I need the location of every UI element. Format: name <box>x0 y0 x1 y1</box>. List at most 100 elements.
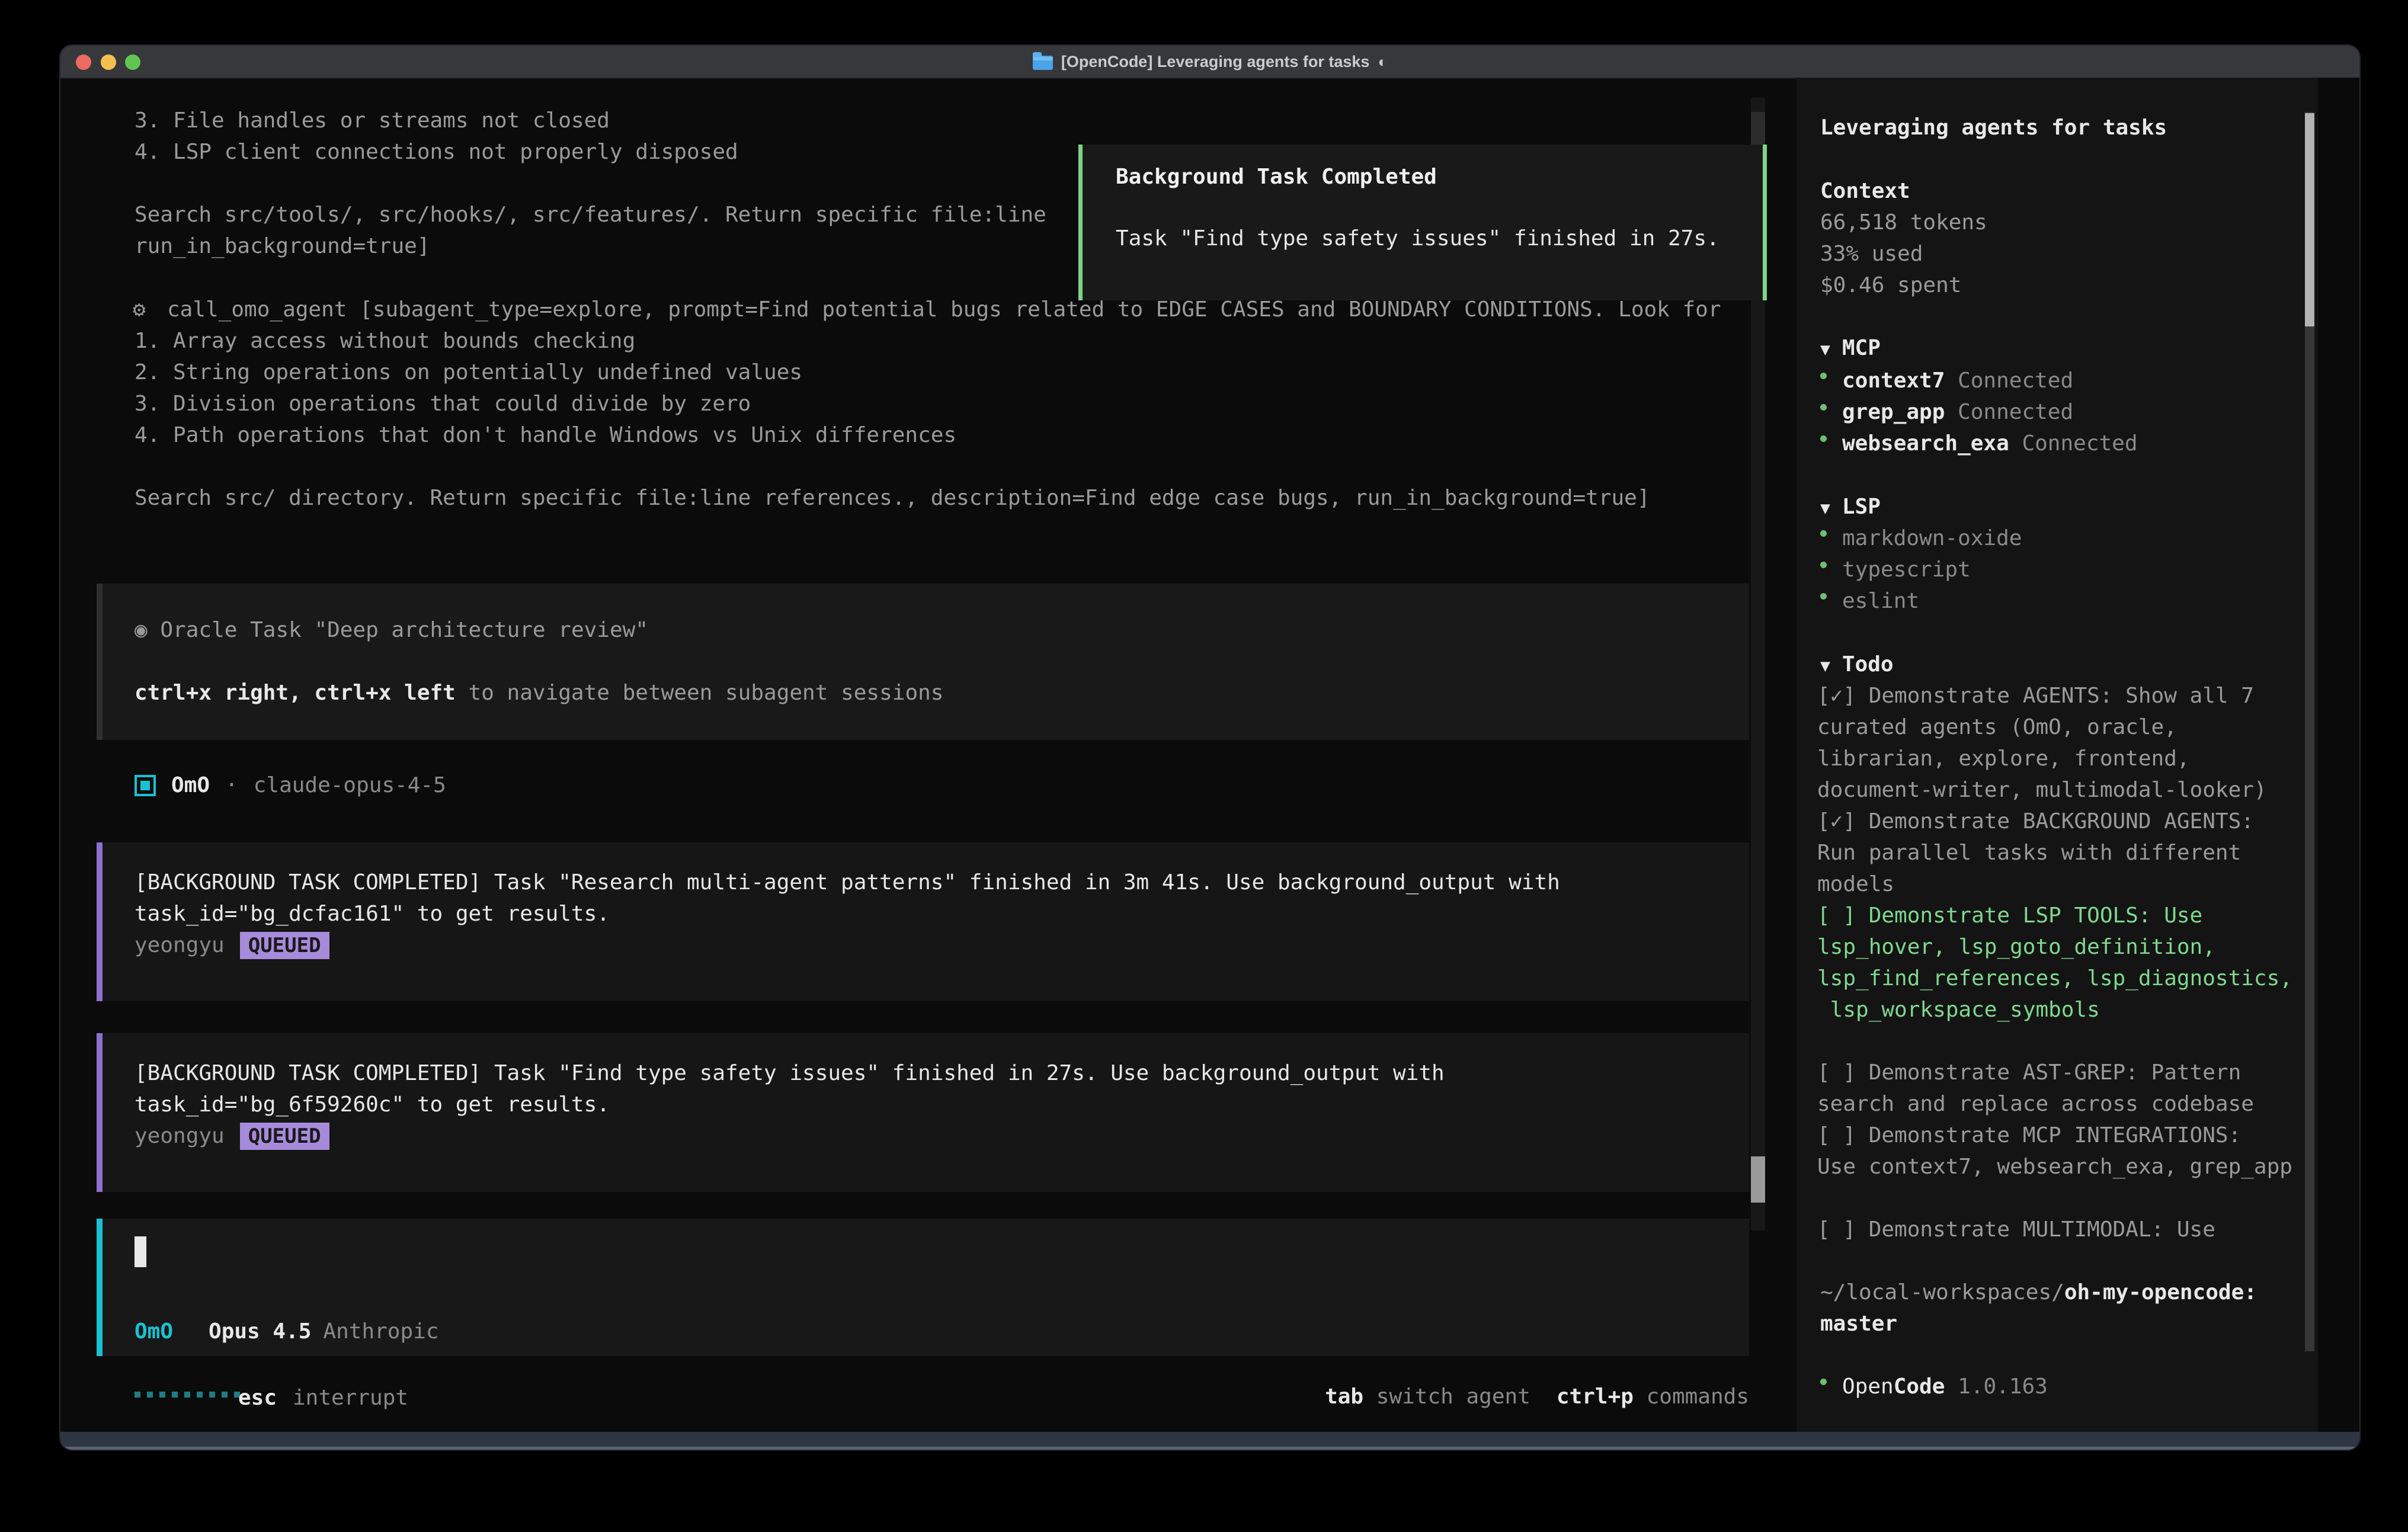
task-message-line: [BACKGROUND TASK COMPLETED] Task "Find t… <box>135 1060 1445 1087</box>
collapse-triangle-icon[interactable]: ▼ <box>1820 656 1830 675</box>
sidebar-right-gutter <box>2318 78 2359 1432</box>
bullet-icon <box>1820 562 1827 568</box>
context-header: Context <box>1820 178 1910 205</box>
collapse-triangle-icon[interactable]: ▼ <box>1820 339 1830 359</box>
tool-call-item: 3. Division operations that could divide… <box>135 390 751 418</box>
task-message-line: task_id="bg_6f59260c" to get results. <box>135 1091 610 1118</box>
brand-code: Code <box>1894 1374 1945 1399</box>
todo-line-pending: Use context7, websearch_exa, grep_app <box>1817 1153 2292 1181</box>
todo-line-done: librarian, explore, frontend, <box>1817 745 2190 773</box>
task-meta-row: yeongyu QUEUED <box>135 932 329 959</box>
todo-line-done: curated agents (OmO, oracle, <box>1817 714 2177 741</box>
status-badge: QUEUED <box>240 932 329 959</box>
todo-line-done: [✓] Demonstrate AGENTS: Show all 7 <box>1817 682 2254 710</box>
toast-body: Task "Find type safety issues" finished … <box>1116 226 1719 251</box>
window-bottom-bar <box>60 1432 2359 1450</box>
bullet-icon <box>1820 530 1827 537</box>
context-tokens: 66,518 tokens <box>1820 209 1987 236</box>
task-user: yeongyu <box>135 932 225 959</box>
tool-call-item: 2. String operations on potentially unde… <box>135 359 802 386</box>
agent-name: OmO <box>171 772 210 799</box>
keyboard-shortcut: ctrl+x right, ctrl+x left <box>135 681 456 705</box>
tool-call-line: Search src/ directory. Return specific f… <box>135 485 1650 512</box>
mcp-item: context7 Connected <box>1820 367 2073 395</box>
mcp-section-header[interactable]: ▼MCP <box>1820 335 1881 363</box>
context-used: 33% used <box>1820 241 1923 268</box>
toast-title: Background Task Completed <box>1116 165 1437 189</box>
lsp-item: eslint <box>1820 588 1919 615</box>
todo-line-active: lsp_hover, lsp_goto_definition, <box>1817 934 2215 961</box>
lsp-section-header[interactable]: ▼LSP <box>1820 493 1881 522</box>
opencode-terminal-window: [OpenCode] Leveraging agents for tasks ◐… <box>59 44 2361 1451</box>
oracle-task-hint: ctrl+x right, ctrl+x left to navigate be… <box>135 680 943 707</box>
oracle-task-title: ◉ Oracle Task "Deep architecture review" <box>135 617 648 644</box>
bullet-icon <box>1820 373 1827 379</box>
oracle-icon: ◉ <box>135 618 148 642</box>
folder-icon <box>1033 56 1053 70</box>
text-cursor <box>135 1236 146 1267</box>
spinner-dot <box>197 1392 203 1398</box>
session-sidebar: Leveraging agents for tasks Context 66,5… <box>1797 78 2359 1432</box>
bullet-icon <box>1820 1379 1827 1385</box>
todo-line-active: [ ] Demonstrate LSP TOOLS: Use <box>1817 902 2202 930</box>
todo-line-pending: [ ] Demonstrate MCP INTEGRATIONS: <box>1817 1122 2241 1149</box>
ctrlp-key-label: commands <box>1647 1384 1749 1409</box>
oracle-task-panel <box>97 584 1749 740</box>
esc-key-hint[interactable]: esc <box>238 1384 277 1412</box>
scrollback-line: Search src/tools/, src/hooks/, src/featu… <box>135 201 1046 229</box>
scrollback-line: run_in_background=true] <box>135 233 430 260</box>
ctrlp-key-hint[interactable]: ctrl+p <box>1557 1384 1634 1409</box>
lsp-item: markdown-oxide <box>1820 525 2022 552</box>
scrollback-line: 3. File handles or streams not closed <box>135 107 610 134</box>
task-meta-row: yeongyu QUEUED <box>135 1123 329 1150</box>
status-badge: QUEUED <box>240 1123 329 1150</box>
tab-key-hint[interactable]: tab <box>1325 1384 1363 1409</box>
background-task-toast[interactable]: Background Task Completed Task "Find typ… <box>1078 145 1767 300</box>
todo-section-header[interactable]: ▼Todo <box>1820 651 1894 680</box>
gear-icon: ⚙ <box>133 296 146 323</box>
main-scrollbar-thumb[interactable] <box>1751 1156 1765 1203</box>
spinner-dot <box>222 1392 228 1398</box>
window-titlebar[interactable]: [OpenCode] Leveraging agents for tasks ◐ <box>60 46 2359 79</box>
task-user: yeongyu <box>135 1123 225 1150</box>
tab-key-label: switch agent <box>1376 1384 1530 1409</box>
agent-model: claude-opus-4-5 <box>254 772 446 799</box>
todo-line-done: Run parallel tasks with different <box>1817 839 2241 867</box>
session-title: Leveraging agents for tasks <box>1820 114 2167 142</box>
opencode-version-row: OpenCode 1.0.163 <box>1820 1373 2048 1400</box>
workspace-branch: master <box>1820 1310 1897 1338</box>
bullet-icon <box>1820 404 1827 411</box>
version-number: 1.0.163 <box>1958 1374 2048 1399</box>
todo-line-done: [✓] Demonstrate BACKGROUND AGENTS: <box>1817 808 2254 835</box>
window-title: [OpenCode] Leveraging agents for tasks <box>1061 53 1370 71</box>
collapse-triangle-icon[interactable]: ▼ <box>1820 498 1830 518</box>
todo-line-done: document-writer, multimodal-looker) <box>1817 777 2267 804</box>
spinner-dot <box>172 1392 178 1398</box>
todo-line-done: models <box>1817 871 1894 898</box>
bullet-icon <box>1820 593 1827 600</box>
lsp-item: typescript <box>1820 556 1971 584</box>
spinner-dot <box>135 1392 140 1398</box>
todo-line-active: lsp_find_references, lsp_diagnostics, <box>1817 965 2292 992</box>
session-state-icon: ◐ <box>1378 53 1387 71</box>
mcp-item: websearch_exa Connected <box>1820 430 2138 457</box>
bullet-icon <box>1820 435 1827 442</box>
workspace-path: ~/local-workspaces/oh-my-opencode: <box>1820 1279 2257 1306</box>
todo-line-active: lsp_workspace_symbols <box>1817 996 2100 1024</box>
scrollback-line: 4. LSP client connections not properly d… <box>135 139 738 166</box>
active-model[interactable]: Opus 4.5 <box>209 1318 311 1345</box>
todo-line-pending: [ ] Demonstrate AST-GREP: Pattern <box>1817 1059 2241 1086</box>
spinner-dot <box>147 1392 153 1398</box>
task-message-line: task_id="bg_dcfac161" to get results. <box>135 900 610 928</box>
input-footer: OmO Opus 4.5 Anthropic <box>135 1318 439 1345</box>
active-agent-name[interactable]: OmO <box>135 1318 173 1345</box>
spinner-dot <box>209 1392 215 1398</box>
window-title-group: [OpenCode] Leveraging agents for tasks ◐ <box>60 46 2359 78</box>
dot-separator: · <box>225 772 238 799</box>
mcp-item: grep_app Connected <box>1820 399 2073 426</box>
spinner-dots <box>135 1392 240 1398</box>
statusbar-right: tab switch agent ctrl+p commands <box>1325 1384 1749 1409</box>
tool-call-item: 4. Path operations that don't handle Win… <box>135 422 956 449</box>
sidebar-scrollbar-thumb[interactable] <box>2305 113 2314 326</box>
agent-session-row[interactable]: OmO · claude-opus-4-5 <box>135 772 446 799</box>
